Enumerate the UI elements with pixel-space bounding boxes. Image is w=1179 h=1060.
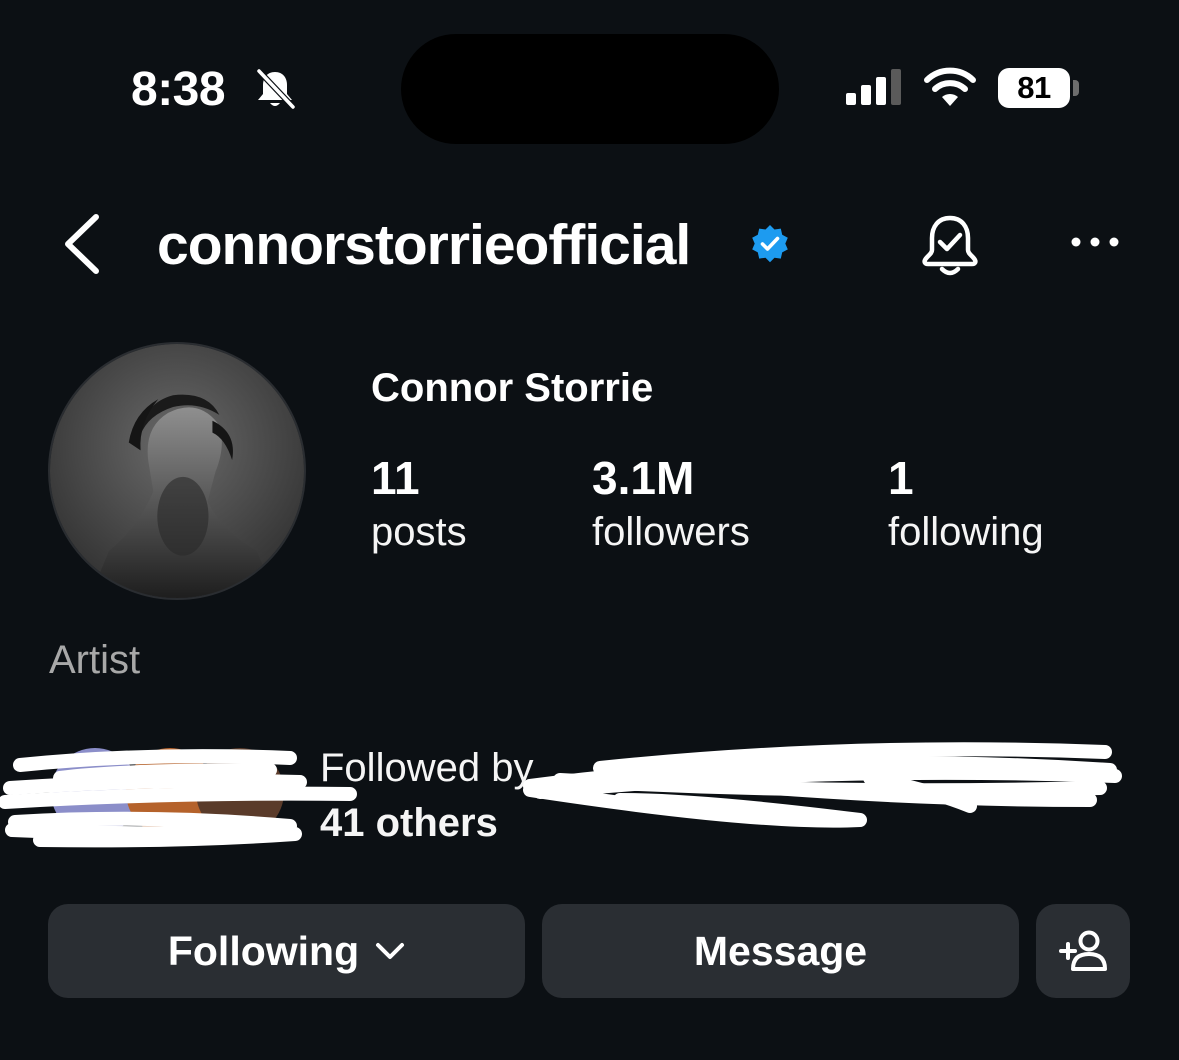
signal-icon [846, 69, 901, 105]
followers-count: 3.1M [592, 452, 695, 504]
stat-following[interactable]: 1 following [888, 452, 1044, 560]
message-button-label: Message [693, 927, 868, 974]
chevron-down-icon [376, 943, 405, 959]
notification-bell-icon[interactable] [917, 212, 983, 278]
battery-level: 81 [1017, 70, 1051, 105]
followers-label: followers [592, 510, 750, 554]
avatar[interactable] [48, 342, 306, 600]
status-time: 8:38 [131, 63, 226, 116]
more-icon[interactable] [1068, 232, 1122, 252]
add-person-button[interactable] [1036, 904, 1130, 998]
followed-by-text[interactable]: Followed by [320, 746, 533, 791]
wifi-icon [924, 67, 976, 106]
display-name: Connor Storrie [371, 366, 654, 410]
dynamic-island [401, 34, 779, 144]
avatar-photo [50, 344, 304, 598]
verified-badge-icon [752, 225, 788, 263]
posts-label: posts [371, 510, 467, 554]
posts-count: 11 [371, 452, 420, 504]
message-button[interactable]: Message [542, 904, 1019, 998]
battery-cap [1073, 80, 1079, 96]
mutual-follower-avatars[interactable] [0, 740, 330, 850]
following-count: 1 [888, 452, 914, 504]
profile-category: Artist [49, 638, 141, 682]
stat-posts[interactable]: 11 posts [371, 452, 467, 560]
following-label: following [888, 510, 1044, 554]
back-icon[interactable] [60, 213, 108, 275]
stat-followers[interactable]: 3.1M followers [592, 452, 750, 560]
add-person-icon [1059, 930, 1107, 971]
profile-username: connorstorrieofficial [157, 213, 691, 277]
following-button-label: Following [167, 927, 360, 974]
bell-off-icon [256, 68, 296, 110]
battery-icon: 81 [998, 68, 1070, 108]
profile-screen: 8:38 81 connorstorrieofficial Connor Sto… [0, 0, 1179, 1060]
following-button[interactable]: Following [48, 904, 525, 998]
followed-by-others[interactable]: 41 others [320, 801, 498, 846]
